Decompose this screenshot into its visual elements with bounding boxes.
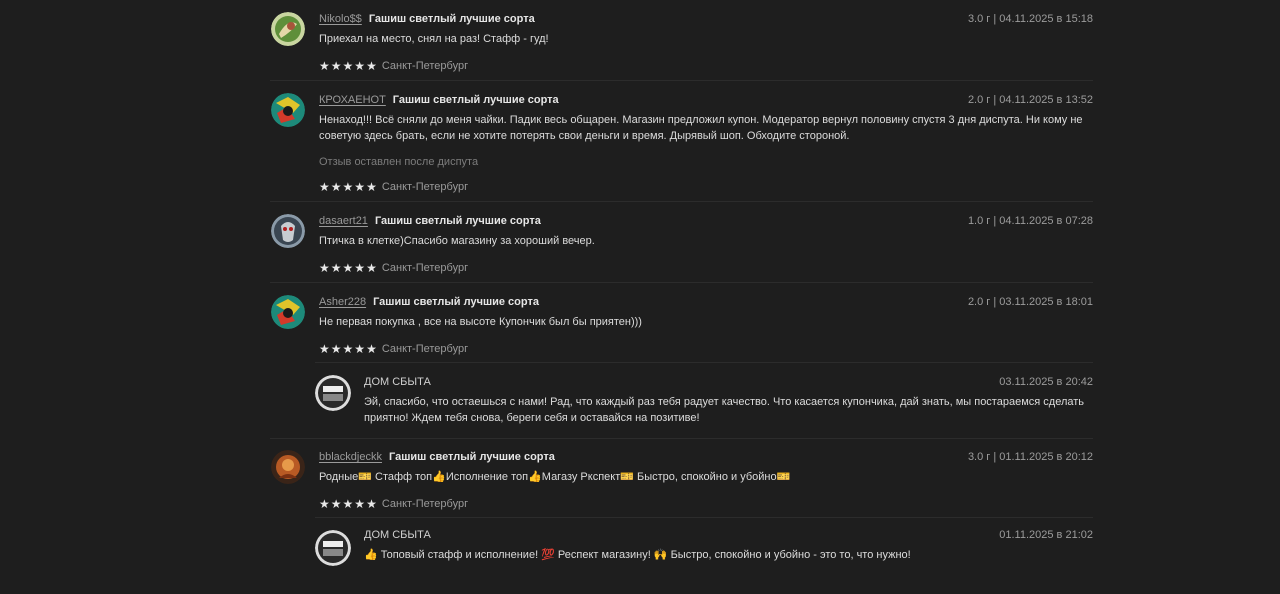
review-text: Ненаход!!! Всё сняли до меня чайки. Пади… xyxy=(319,114,1083,142)
user-avatar[interactable] xyxy=(271,295,305,329)
ticket-icon: 🎫 xyxy=(358,471,372,483)
star-icon: ★ xyxy=(342,341,354,356)
star-icon: ★ xyxy=(342,496,354,511)
user-avatar[interactable] xyxy=(271,93,305,127)
rating-stars: ★ ★ ★ ★ ★ xyxy=(319,181,377,193)
shop-avatar xyxy=(315,530,351,566)
star-icon: ★ xyxy=(319,341,330,356)
thumbs-up-icon: 👍 xyxy=(432,471,446,483)
review-author-link[interactable]: bblackdjeckk xyxy=(319,451,382,463)
star-icon: ★ xyxy=(354,260,366,275)
review-meta: 3.0 г | 04.11.2025 в 15:18 xyxy=(967,13,1093,25)
reviews-list: Nikolo$$ Гашиш светлый лучшие сорта 3.0 г… xyxy=(270,0,1093,594)
review-author-link[interactable]: Asher228 xyxy=(319,296,366,308)
user-avatar[interactable] xyxy=(271,450,305,484)
star-icon: ★ xyxy=(330,180,342,194)
review-item: dasaert21 Гашиш светлый лучшие сорта 1.0 … xyxy=(270,202,1093,283)
review-meta: 2.0 г | 03.11.2025 в 18:01 xyxy=(967,296,1093,308)
star-icon: ★ xyxy=(319,180,330,194)
shop-reply: ДОМ СБЫТА 03.11.2025 в 20:42 Эй, спасибо… xyxy=(315,362,1093,438)
star-icon: ★ xyxy=(366,58,377,73)
review-product: Гашиш светлый лучшие сорта xyxy=(374,215,541,227)
review-author-link[interactable]: Nikolo$$ xyxy=(319,13,362,25)
review-text: Птичка в клетке)Спасибо магазину за хоро… xyxy=(319,235,595,247)
star-icon: ★ xyxy=(319,260,330,275)
star-icon: ★ xyxy=(366,180,377,194)
review-item: Nikolo$$ Гашиш светлый лучшие сорта 3.0 г… xyxy=(270,0,1093,81)
review-meta: 2.0 г | 04.11.2025 в 13:52 xyxy=(967,94,1093,106)
star-icon: ★ xyxy=(330,496,342,511)
shop-name: ДОМ СБЫТА xyxy=(364,376,431,388)
shop-reply: ДОМ СБЫТА 01.11.2025 в 21:02 👍 Топовый с… xyxy=(315,517,1093,588)
review-product: Гашиш светлый лучшие сорта xyxy=(388,451,555,463)
review-meta: 3.0 г | 01.11.2025 в 20:12 xyxy=(967,451,1093,463)
star-icon: ★ xyxy=(330,260,342,275)
review-author-link[interactable]: КРОХАЕНОТ xyxy=(319,94,386,106)
review-city: Санкт-Петербург xyxy=(381,497,469,510)
star-icon: ★ xyxy=(354,58,366,73)
text-fragment: Родные xyxy=(319,471,359,483)
thumbs-up-icon: 👍 xyxy=(528,471,542,483)
star-icon: ★ xyxy=(342,260,354,275)
user-avatar[interactable] xyxy=(271,214,305,248)
reply-date: 03.11.2025 в 20:42 xyxy=(999,376,1093,388)
star-icon: ★ xyxy=(354,496,366,511)
review-meta: 1.0 г | 04.11.2025 в 07:28 xyxy=(967,215,1093,227)
reply-text: Эй, спасибо, что остаешься с нами! Рад, … xyxy=(364,396,1085,424)
shop-name: ДОМ СБЫТА xyxy=(364,529,431,541)
ticket-icon: 🎫 xyxy=(620,471,634,483)
review-product: Гашиш светлый лучшие сорта xyxy=(373,296,539,308)
rating-stars: ★ ★ ★ ★ ★ xyxy=(319,498,377,510)
text-fragment: Быстро, спокойно и убойно xyxy=(633,471,777,483)
star-icon: ★ xyxy=(354,341,366,356)
star-icon: ★ xyxy=(342,180,354,194)
text-fragment: Стафф топ xyxy=(371,471,433,483)
ticket-icon: 🎫 xyxy=(776,471,791,483)
rating-stars: ★ ★ ★ ★ ★ xyxy=(319,262,377,274)
star-icon: ★ xyxy=(330,58,342,73)
review-product: Гашиш светлый лучшие сорта xyxy=(392,94,559,106)
star-icon: ★ xyxy=(366,260,377,275)
reply-date: 01.11.2025 в 21:02 xyxy=(999,529,1093,541)
text-fragment: Магазу Ркспект xyxy=(541,471,621,483)
review-item: КРОХАЕНОТ Гашиш светлый лучшие сорта 2.0 … xyxy=(270,81,1093,202)
star-icon: ★ xyxy=(330,341,342,356)
review-item: bblackdjeckk Гашиш светлый лучшие сорта 3… xyxy=(270,439,1093,594)
review-product: Гашиш светлый лучшие сорта xyxy=(368,13,535,25)
rating-stars: ★ ★ ★ ★ ★ xyxy=(319,343,377,355)
review-city: Санкт-Петербург xyxy=(381,261,469,274)
review-author-link[interactable]: dasaert21 xyxy=(319,215,368,227)
star-icon: ★ xyxy=(366,341,377,356)
review-city: Санкт-Петербург xyxy=(381,181,469,193)
star-icon: ★ xyxy=(342,58,354,73)
review-city: Санкт-Петербург xyxy=(381,342,469,355)
star-icon: ★ xyxy=(354,180,366,194)
review-text: Родные🎫 Стафф топ👍Исполнение топ👍Магазу … xyxy=(319,470,1093,486)
star-icon: ★ xyxy=(319,58,330,73)
user-avatar[interactable] xyxy=(271,12,305,46)
reply-text: 👍 Топовый стафф и исполнение! 💯 Респект … xyxy=(364,549,911,561)
text-fragment: Исполнение топ xyxy=(445,471,529,483)
review-text: Приехал на место, снял на раз! Стафф - г… xyxy=(319,33,549,45)
review-city: Санкт-Петербург xyxy=(381,59,469,72)
shop-avatar xyxy=(315,375,351,411)
dispute-note: Отзыв оставлен после диспута xyxy=(319,156,479,168)
star-icon: ★ xyxy=(366,496,377,511)
review-text: Не первая покупка , все на высоте Купонч… xyxy=(319,316,642,328)
review-item: Asher228 Гашиш светлый лучшие сорта 2.0 г… xyxy=(270,283,1093,439)
rating-stars: ★ ★ ★ ★ ★ xyxy=(319,60,377,72)
star-icon: ★ xyxy=(319,496,330,511)
